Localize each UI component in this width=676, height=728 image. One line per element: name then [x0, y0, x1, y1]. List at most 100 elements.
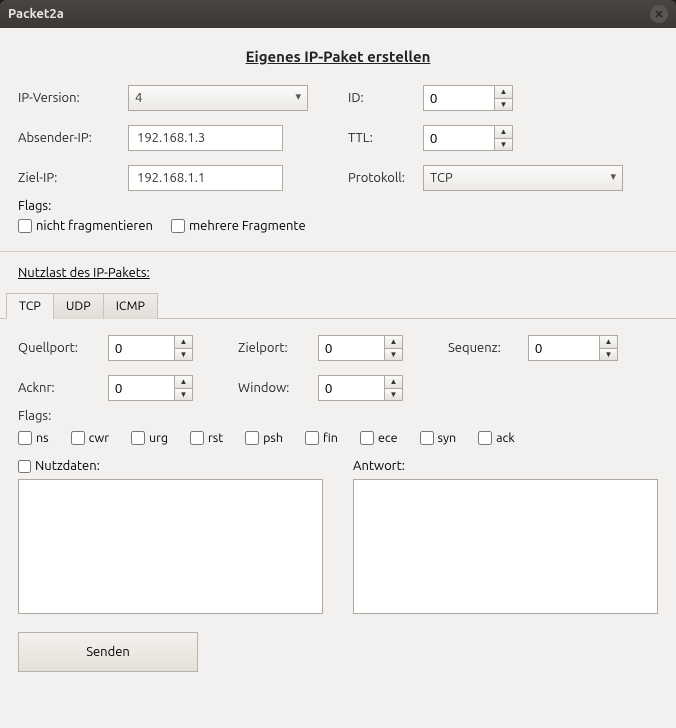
ip-version-label: IP-Version: [18, 91, 128, 105]
spin-down-icon[interactable]: ▼ [385, 389, 402, 401]
id-label: ID: [348, 91, 423, 105]
ip-version-select[interactable]: 4 [128, 85, 308, 111]
tcp-flag-ack[interactable]: ack [478, 431, 515, 445]
payload-heading: Nutzlast des IP-Pakets: [18, 266, 658, 280]
answer-label: Antwort: [353, 459, 405, 473]
spin-down-icon[interactable]: ▼ [175, 389, 192, 401]
tcp-flag-syn-label: syn [438, 431, 457, 445]
window-label: Window: [238, 381, 318, 395]
tcp-flag-syn[interactable]: syn [420, 431, 457, 445]
tcp-flag-psh[interactable]: psh [245, 431, 283, 445]
spin-down-icon[interactable]: ▼ [495, 139, 512, 151]
protocol-select[interactable]: TCP [423, 165, 623, 191]
tcp-flag-psh-label: psh [263, 431, 283, 445]
spin-up-icon[interactable]: ▲ [495, 126, 512, 139]
spin-up-icon[interactable]: ▲ [495, 86, 512, 99]
window-spinner[interactable]: ▲▼ [318, 375, 403, 401]
tcp-flag-ns-checkbox[interactable] [18, 431, 32, 445]
ttl-spinner[interactable]: ▲▼ [423, 125, 513, 151]
tab-icmp[interactable]: ICMP [103, 293, 158, 319]
flag-morefrag-checkbox[interactable] [171, 219, 185, 233]
tcp-flag-fin-label: fin [323, 431, 338, 445]
id-spinner[interactable]: ▲▼ [423, 85, 513, 111]
acknr-input[interactable] [109, 376, 174, 400]
tcp-flag-ns[interactable]: ns [18, 431, 49, 445]
close-icon[interactable]: ✕ [650, 5, 668, 23]
tcp-flag-ack-checkbox[interactable] [478, 431, 492, 445]
seq-spinner[interactable]: ▲▼ [528, 335, 618, 361]
tcp-flag-urg-checkbox[interactable] [131, 431, 145, 445]
sender-ip-label: Absender-IP: [18, 131, 128, 145]
tcp-flag-ns-label: ns [36, 431, 49, 445]
tcp-flag-psh-checkbox[interactable] [245, 431, 259, 445]
tcp-flag-cwr[interactable]: cwr [71, 431, 109, 445]
spin-up-icon[interactable]: ▲ [385, 376, 402, 389]
spin-down-icon[interactable]: ▼ [385, 349, 402, 361]
dstport-label: Zielport: [238, 341, 318, 355]
flag-morefrag-label: mehrere Fragmente [189, 219, 306, 233]
tab-udp[interactable]: UDP [53, 293, 104, 319]
flag-nofrag-checkbox[interactable] [18, 219, 32, 233]
tcp-flag-ece[interactable]: ece [360, 431, 398, 445]
payload-row: Nutzdaten: Antwort: [18, 459, 658, 614]
ttl-label: TTL: [348, 131, 423, 145]
tcp-flags-group: Flags: ns cwr urg rst psh fin ece syn ack [18, 409, 658, 445]
ip-flags-label: Flags: [18, 199, 658, 213]
tcp-flag-rst-label: rst [208, 431, 223, 445]
tcp-flag-cwr-checkbox[interactable] [71, 431, 85, 445]
flag-nofrag-check[interactable]: nicht fragmentieren [18, 219, 153, 233]
seq-label: Sequenz: [448, 341, 528, 355]
flag-morefrag-check[interactable]: mehrere Fragmente [171, 219, 306, 233]
send-button[interactable]: Senden [18, 632, 198, 672]
spin-up-icon[interactable]: ▲ [175, 376, 192, 389]
window-input[interactable] [319, 376, 384, 400]
tcp-flag-urg[interactable]: urg [131, 431, 168, 445]
spin-down-icon[interactable]: ▼ [600, 349, 617, 361]
srcport-input[interactable] [109, 336, 174, 360]
dstport-input[interactable] [319, 336, 384, 360]
divider [0, 251, 676, 252]
tcp-flag-syn-checkbox[interactable] [420, 431, 434, 445]
page-title: Eigenes IP-Paket erstellen [18, 48, 658, 65]
ip-flags-group: Flags: nicht fragmentieren mehrere Fragm… [18, 199, 658, 233]
ip-header-form: IP-Version: 4 ID: ▲▼ Absender-IP: TTL: ▲… [18, 85, 658, 191]
tab-tcp[interactable]: TCP [6, 293, 54, 319]
tcp-flag-rst[interactable]: rst [190, 431, 223, 445]
window-body: Eigenes IP-Paket erstellen IP-Version: 4… [0, 28, 676, 728]
spin-up-icon[interactable]: ▲ [175, 336, 192, 349]
tcp-flag-urg-label: urg [149, 431, 168, 445]
tcp-form: Quellport: ▲▼ Zielport: ▲▼ Sequenz: ▲▼ A… [18, 335, 658, 401]
dstport-spinner[interactable]: ▲▼ [318, 335, 403, 361]
tcp-flag-fin-checkbox[interactable] [305, 431, 319, 445]
spin-down-icon[interactable]: ▼ [495, 99, 512, 111]
spin-up-icon[interactable]: ▲ [600, 336, 617, 349]
acknr-spinner[interactable]: ▲▼ [108, 375, 193, 401]
tcp-flag-cwr-label: cwr [89, 431, 109, 445]
dest-ip-label: Ziel-IP: [18, 171, 128, 185]
flag-nofrag-label: nicht fragmentieren [36, 219, 153, 233]
acknr-label: Acknr: [18, 381, 108, 395]
ttl-input[interactable] [424, 126, 494, 150]
answer-textarea[interactable] [353, 479, 658, 614]
spin-up-icon[interactable]: ▲ [385, 336, 402, 349]
answer-col: Antwort: [353, 459, 658, 614]
payload-data-textarea[interactable] [18, 479, 323, 614]
tcp-flag-fin[interactable]: fin [305, 431, 338, 445]
window-title: Packet2a [8, 7, 650, 21]
protocol-label: Protokoll: [348, 171, 423, 185]
protocol-select-wrap: TCP [423, 165, 623, 191]
tcp-flag-ece-checkbox[interactable] [360, 431, 374, 445]
srcport-spinner[interactable]: ▲▼ [108, 335, 193, 361]
tcp-flag-rst-checkbox[interactable] [190, 431, 204, 445]
protocol-tabs: TCP UDP ICMP [0, 292, 676, 319]
id-input[interactable] [424, 86, 494, 110]
spin-down-icon[interactable]: ▼ [175, 349, 192, 361]
tcp-flags-label: Flags: [18, 409, 658, 423]
tcp-flag-ece-label: ece [378, 431, 398, 445]
titlebar: Packet2a ✕ [0, 0, 676, 28]
seq-input[interactable] [529, 336, 599, 360]
dest-ip-input[interactable] [128, 165, 283, 191]
sender-ip-input[interactable] [128, 125, 283, 151]
payload-data-label: Nutzdaten: [35, 459, 100, 473]
payload-data-checkbox[interactable] [18, 460, 31, 473]
